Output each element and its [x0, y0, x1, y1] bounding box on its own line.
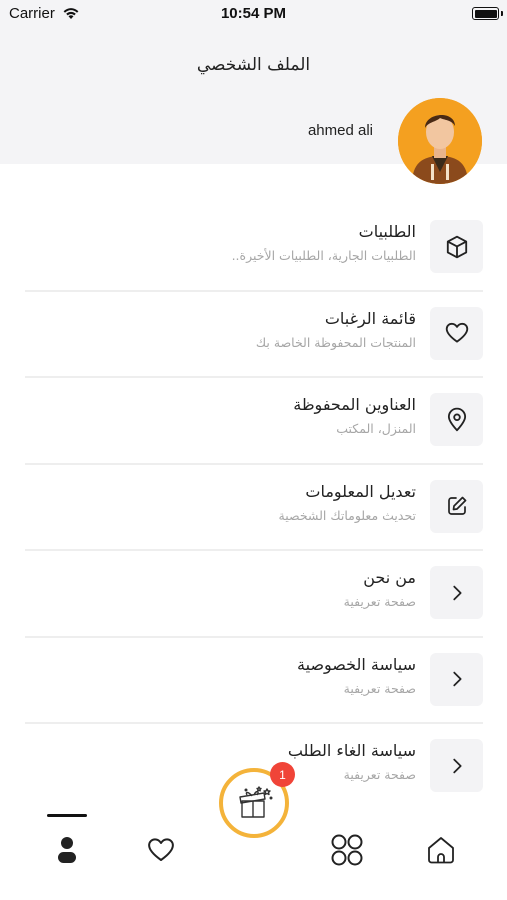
menu-item-orders[interactable]: الطلبيات الطلبيات الجارية، الطلبيات الأخ…	[25, 205, 483, 292]
battery-cap	[501, 11, 503, 16]
menu-item-about-us[interactable]: من نحن صفحة تعريفية	[25, 551, 483, 638]
tab-wishlist[interactable]	[141, 830, 181, 870]
menu-icon-box	[430, 306, 483, 360]
battery-icon	[472, 7, 499, 20]
menu-item-wishlist[interactable]: قائمة الرغبات المنتجات المحفوظة الخاصة ب…	[25, 292, 483, 378]
location-pin-icon	[447, 407, 466, 431]
page-title: الملف الشخصي	[196, 55, 311, 75]
menu-item-title: سياسة الغاء الطلب	[287, 741, 416, 760]
chevron-right-icon	[452, 671, 462, 687]
menu-item-title: الطلبيات	[358, 222, 416, 241]
profile-header: الملف الشخصي ahmed ali	[0, 30, 507, 184]
menu-item-subtitle: صفحة تعريفية	[343, 680, 416, 696]
active-tab-indicator	[47, 814, 87, 817]
menu-icon-box	[430, 566, 483, 619]
menu-icon-box	[430, 393, 483, 446]
menu-item-title: سياسة الخصوصية	[297, 654, 416, 674]
menu-icon-box	[430, 652, 483, 706]
chevron-right-icon	[452, 585, 462, 600]
tab-profile[interactable]	[47, 830, 87, 870]
menu-item-subtitle: صفحة تعريفية	[343, 767, 416, 782]
user-icon	[58, 837, 76, 863]
heart-icon	[148, 838, 174, 861]
menu-item-privacy-policy[interactable]: سياسة الخصوصية صفحة تعريفية	[25, 638, 483, 724]
menu-item-saved-addresses[interactable]: العناوين المحفوظة المنزل، المكتب	[25, 378, 483, 465]
notification-badge: 1	[270, 762, 295, 787]
tab-categories[interactable]	[327, 830, 367, 870]
menu-item-title: من نحن	[363, 568, 416, 587]
menu-icon-box	[430, 479, 483, 533]
profile-menu: الطلبيات الطلبيات الجارية، الطلبيات الأخ…	[25, 205, 483, 811]
menu-icon-box	[430, 739, 483, 792]
menu-item-subtitle: الطلبيات الجارية، الطلبيات الأخيرة..	[231, 248, 416, 263]
menu-item-edit-info[interactable]: تعديل المعلومات تحديث معلوماتك الشخصية	[25, 465, 483, 551]
clock: 10:54 PM	[220, 5, 287, 22]
chevron-right-icon	[452, 758, 462, 773]
edit-icon	[447, 496, 466, 515]
menu-icon-box	[430, 220, 483, 273]
home-icon	[428, 837, 454, 864]
menu-item-subtitle: المنتجات المحفوظة الخاصة بك	[255, 334, 416, 350]
menu-item-title: تعديل المعلومات	[305, 481, 416, 501]
gift-icon	[239, 786, 273, 818]
status-bar: Carrier 10:54 PM	[0, 0, 507, 30]
menu-item-title: قائمة الرغبات	[324, 308, 416, 328]
box-icon	[446, 235, 467, 258]
user-name: ahmed ali	[307, 122, 373, 139]
grid-icon	[331, 834, 363, 866]
avatar[interactable]	[398, 98, 482, 184]
menu-item-title: العناوين المحفوظة	[293, 395, 416, 414]
menu-item-subtitle: تحديث معلوماتك الشخصية	[278, 507, 416, 523]
menu-item-subtitle: المنزل، المكتب	[336, 421, 416, 436]
heart-icon	[445, 322, 468, 343]
tab-home[interactable]	[421, 830, 461, 870]
menu-item-subtitle: صفحة تعريفية	[343, 594, 416, 609]
